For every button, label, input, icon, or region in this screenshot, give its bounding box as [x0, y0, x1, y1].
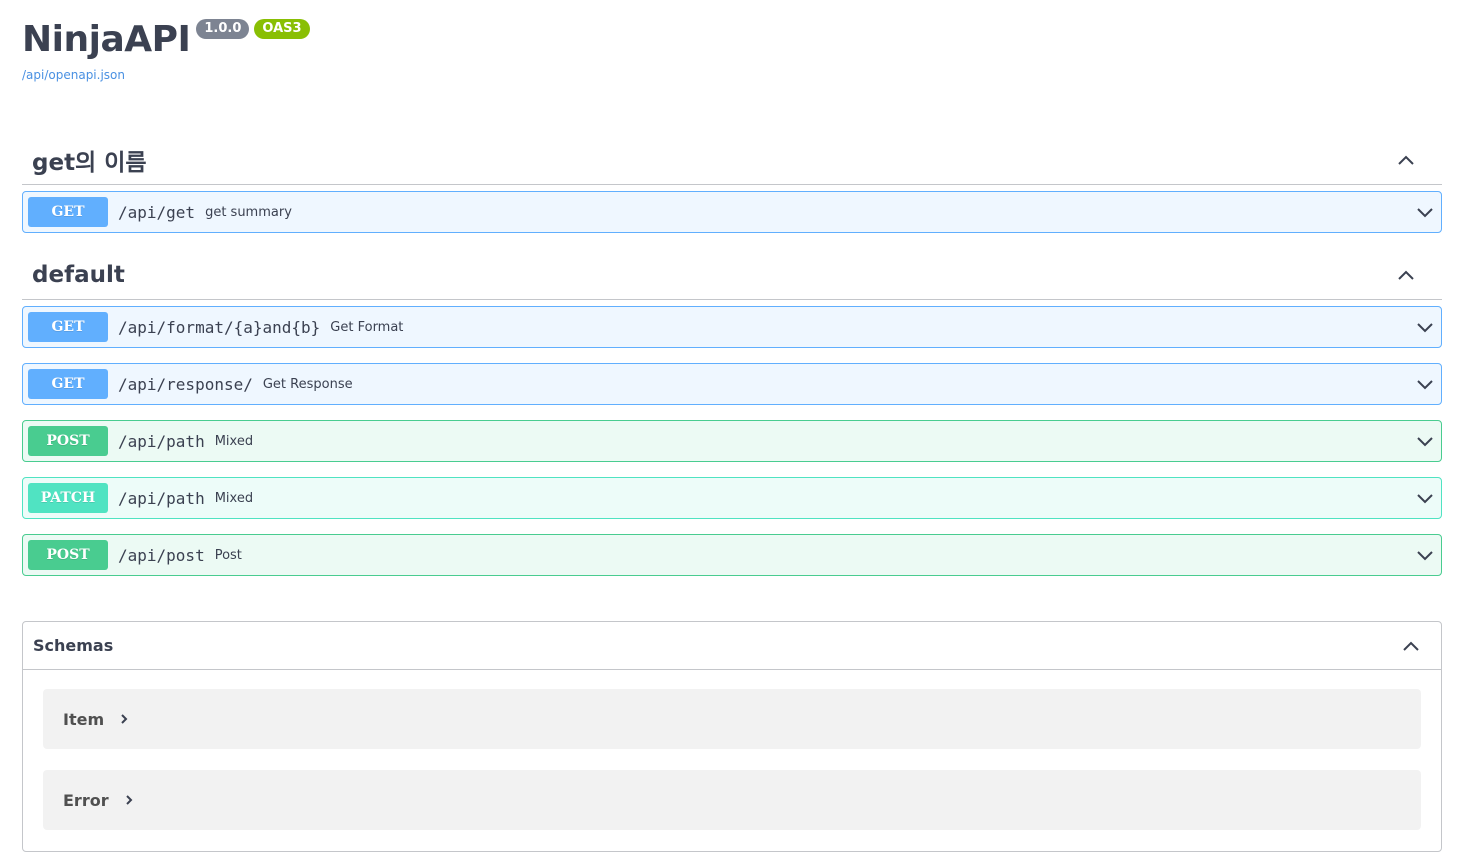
info-header: NinjaAPI 1.0.0 OAS3 /api/openapi.json — [22, 14, 310, 82]
operation-summary: Mixed — [214, 490, 254, 506]
operation-summary: Get Response — [262, 376, 353, 392]
method-badge: POST — [28, 540, 108, 570]
operation-post-api-post[interactable]: POST /api/post Post — [22, 534, 1442, 576]
openapi-spec-link[interactable]: /api/openapi.json — [22, 68, 310, 82]
api-title: NinjaAPI — [22, 19, 191, 60]
operation-get-api-get[interactable]: GET /api/get get summary — [22, 191, 1442, 233]
method-badge: GET — [28, 312, 108, 342]
tag-name: default — [32, 261, 125, 288]
operation-summary: Mixed — [214, 433, 254, 449]
oas-badge: OAS3 — [254, 19, 310, 39]
operation-get-api-response[interactable]: GET /api/response/ Get Response — [22, 363, 1442, 405]
version-badge: 1.0.0 — [196, 19, 250, 39]
operation-summary: Get Format — [330, 319, 404, 335]
schemas-header[interactable]: Schemas — [23, 622, 1441, 670]
tag-section-get: get의 이름 GET /api/get get summary — [22, 135, 1442, 233]
method-badge: GET — [28, 369, 108, 399]
chevron-down-icon[interactable] — [1413, 543, 1437, 567]
operation-path: /api/post — [118, 545, 205, 565]
chevron-down-icon[interactable] — [1413, 315, 1437, 339]
operation-patch-api-path[interactable]: PATCH /api/path Mixed — [22, 477, 1442, 519]
model-name: Item — [63, 709, 105, 729]
operation-get-api-format[interactable]: GET /api/format/{a}and{b} Get Format — [22, 306, 1442, 348]
operation-post-api-path[interactable]: POST /api/path Mixed — [22, 420, 1442, 462]
chevron-up-icon[interactable] — [1399, 634, 1423, 658]
tag-name: get의 이름 — [32, 149, 147, 176]
chevron-up-icon[interactable] — [1394, 263, 1418, 287]
operation-path: /api/path — [118, 431, 205, 451]
chevron-down-icon[interactable] — [1413, 429, 1437, 453]
chevron-down-icon[interactable] — [1413, 486, 1437, 510]
chevron-right-icon[interactable] — [123, 794, 135, 806]
schemas-title: Schemas — [33, 636, 114, 655]
operation-summary: Post — [214, 547, 242, 563]
schema-model-error[interactable]: Error — [43, 770, 1421, 830]
operation-summary: get summary — [205, 204, 292, 220]
method-badge: POST — [28, 426, 108, 456]
schemas-section: Schemas Item Error — [22, 621, 1442, 852]
schema-model-item[interactable]: Item — [43, 689, 1421, 749]
tag-header[interactable]: default — [22, 250, 1442, 300]
chevron-down-icon[interactable] — [1413, 372, 1437, 396]
operation-path: /api/path — [118, 488, 205, 508]
method-badge: PATCH — [28, 483, 108, 513]
chevron-up-icon[interactable] — [1394, 148, 1418, 172]
operation-path: /api/get — [118, 202, 196, 222]
tag-section-default: default GET /api/format/{a}and{b} Get Fo… — [22, 250, 1442, 576]
tag-header[interactable]: get의 이름 — [22, 135, 1442, 185]
chevron-right-icon[interactable] — [118, 713, 130, 725]
operation-path: /api/format/{a}and{b} — [118, 317, 321, 337]
model-name: Error — [63, 790, 109, 810]
method-badge: GET — [28, 197, 108, 227]
operation-path: /api/response/ — [118, 374, 253, 394]
chevron-down-icon[interactable] — [1413, 200, 1437, 224]
